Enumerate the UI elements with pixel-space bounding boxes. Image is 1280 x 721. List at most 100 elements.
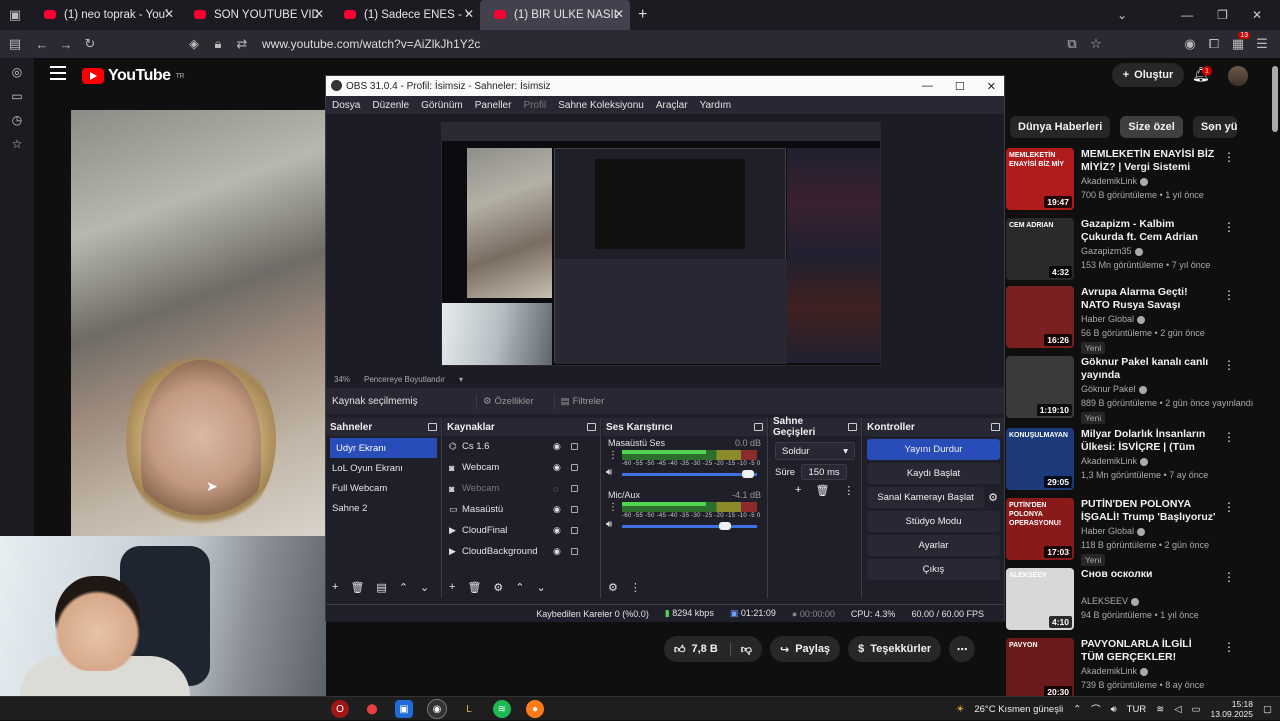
video-thumbnail[interactable]: 16:26 xyxy=(1006,286,1074,348)
eye-icon[interactable]: ◉ xyxy=(553,525,561,536)
league-icon[interactable]: L xyxy=(460,700,478,718)
kebab-menu-icon[interactable]: ⋮ xyxy=(1223,640,1235,654)
picture-in-picture-icon[interactable]: ⧉ xyxy=(1060,32,1084,56)
menu-docks[interactable]: Paneller xyxy=(475,100,512,111)
history-icon[interactable]: ◷ xyxy=(0,108,34,132)
undock-icon[interactable] xyxy=(754,423,763,431)
volume-fader[interactable] xyxy=(622,525,757,528)
trash-icon[interactable]: 🗑︎ xyxy=(350,581,364,594)
source-item[interactable]: ▶ CloudBackground ◉ xyxy=(443,541,600,562)
back-icon[interactable]: ← xyxy=(30,32,54,56)
more-actions-button[interactable]: ⋯ xyxy=(949,636,976,662)
undock-icon[interactable] xyxy=(428,423,437,431)
channel-name[interactable]: Göknur Pakel xyxy=(1081,384,1147,394)
tray-expand-icon[interactable]: ⌃ xyxy=(1073,704,1081,715)
settings-button[interactable]: Ayarlar xyxy=(867,535,1000,556)
network-icon[interactable]: ⌒ xyxy=(1091,702,1101,716)
kebab-menu-icon[interactable]: ⋮ xyxy=(1223,430,1235,444)
scene-item[interactable]: Full Webcam xyxy=(326,478,441,498)
exit-button[interactable]: Çıkış xyxy=(867,559,1000,580)
obs-close-icon[interactable]: ✕ xyxy=(987,80,996,93)
fader-knob[interactable] xyxy=(742,470,754,478)
video-thumbnail[interactable]: PAVYON 20:30 xyxy=(1006,638,1074,700)
app-window-icon[interactable]: ▣ xyxy=(395,700,413,718)
source-item[interactable]: ⌬ Cs 1.6 ◉ xyxy=(443,436,600,457)
account-icon[interactable]: ◉ xyxy=(1178,32,1202,56)
recommendation-item[interactable]: 16:26 Avrupa Alarma Geçti! NATO Rusya Sav… xyxy=(1006,286,1276,354)
properties-button[interactable]: ⚙ Özellikler xyxy=(476,393,540,409)
restore-icon[interactable]: ❐ xyxy=(1217,8,1228,22)
youtube-logo[interactable]: YouTube TR xyxy=(82,67,184,85)
undock-icon[interactable] xyxy=(848,423,857,431)
kebab-menu-icon[interactable]: ⋮ xyxy=(1223,358,1235,372)
gear-icon[interactable]: ⚙ xyxy=(608,581,618,594)
source-item[interactable]: ◙ Webcam ◉ xyxy=(443,457,600,478)
close-tab-icon[interactable]: ✕ xyxy=(164,7,174,21)
gear-icon[interactable]: ⚙ xyxy=(493,581,503,594)
share-button[interactable]: ↪ Paylaş xyxy=(769,636,841,662)
add-icon[interactable]: + xyxy=(332,581,338,593)
kebab-menu-icon[interactable]: ⋮ xyxy=(843,484,854,497)
studio-mode-button[interactable]: Stüdyo Modu xyxy=(867,511,1000,532)
eye-hidden-icon[interactable]: ◌ xyxy=(553,484,558,494)
obs-maximize-icon[interactable]: ☐ xyxy=(955,80,965,93)
wifi-icon[interactable]: ≋ xyxy=(1156,704,1164,715)
weather-text[interactable]: 26°C Kısmen güneşli xyxy=(974,704,1063,715)
video-thumbnail[interactable]: CEM ADRIAN 4:32 xyxy=(1006,218,1074,280)
hamburger-menu-icon[interactable] xyxy=(50,66,66,80)
close-tab-icon[interactable]: ✕ xyxy=(614,7,624,21)
eye-icon[interactable]: ◉ xyxy=(553,504,561,515)
kebab-menu-icon[interactable]: ⋮ xyxy=(1223,220,1235,234)
recommendation-item[interactable]: PUTİN'DEN POLONYA OPERASYONU! 17:03 PUTİN'… xyxy=(1006,498,1276,566)
recommendation-item[interactable]: ALEKSEEV 4:10 Снов осколки ALEKSEEV 94 B gör… xyxy=(1006,568,1276,634)
bookmark-star-icon[interactable]: ☆ xyxy=(1084,32,1108,56)
notifications-icon[interactable]: ▢ xyxy=(1263,704,1272,715)
sidebar-toggle-icon[interactable]: ▤ xyxy=(0,32,30,56)
browser-tab-4-active[interactable]: (1) BİR ÜLKE NASIL BATAR? | Ar... ✕ xyxy=(480,0,630,30)
browser-tab-2[interactable]: SON YOUTUBE VİDEOM - YouTube ✕ xyxy=(180,0,330,30)
menu-help[interactable]: Yardım xyxy=(700,100,732,111)
fit-to-window-dropdown[interactable]: Pencereye Boyutlandır xyxy=(364,375,445,384)
notification-extension-icon[interactable]: ▦ 13 xyxy=(1226,32,1250,56)
permissions-icon[interactable]: ⇄ xyxy=(230,32,254,56)
firefox-icon[interactable]: ● xyxy=(526,700,544,718)
stop-stream-button[interactable]: Yayını Durdur xyxy=(867,439,1000,460)
video-title[interactable]: Göknur Pakel kanalı canlı yayında xyxy=(1081,356,1216,382)
kebab-menu-icon[interactable]: ⋮ xyxy=(1223,570,1235,584)
chevron-right-icon[interactable]: › xyxy=(1210,120,1214,135)
video-thumbnail[interactable]: PUTİN'DEN POLONYA OPERASYONU! 17:03 xyxy=(1006,498,1074,560)
trash-icon[interactable]: 🗑︎ xyxy=(467,581,481,594)
menu-scene-collection[interactable]: Sahne Koleksiyonu xyxy=(558,100,644,111)
kebab-menu-icon[interactable]: ⋮ xyxy=(1223,150,1235,164)
language-indicator[interactable]: TUR xyxy=(1127,704,1147,715)
location-pin-icon[interactable]: ⬤ xyxy=(363,700,381,718)
lock-icon[interactable]: 🔒︎ xyxy=(206,32,230,56)
opera-icon[interactable]: O xyxy=(331,700,349,718)
video-thumbnail[interactable]: KONUŞULMAYAN 29:05 xyxy=(1006,428,1074,490)
eye-icon[interactable]: ◉ xyxy=(553,462,561,473)
chevron-down-icon[interactable]: ▾ xyxy=(459,375,463,384)
speaker-icon[interactable]: 🔊︎ xyxy=(606,519,612,530)
dislike-button[interactable]: 👎︎ xyxy=(729,642,752,656)
video-title[interactable]: PAVYONLARLA İLGİLİ TÜM GERÇEKLER! xyxy=(1081,638,1216,664)
lock-icon[interactable] xyxy=(571,485,578,492)
bookmarks-icon[interactable]: ☆ xyxy=(0,132,34,156)
add-icon[interactable]: + xyxy=(795,484,801,497)
chip-world-news[interactable]: Dünya Haberleri xyxy=(1010,116,1111,138)
scene-item[interactable]: LoL Oyun Ekranı xyxy=(326,458,441,478)
browser-tab-3[interactable]: (1) Sadece ENES - YouTube ✕ xyxy=(330,0,480,30)
channel-name[interactable]: Gazapizm35 xyxy=(1081,246,1143,256)
avatar[interactable] xyxy=(1228,66,1248,86)
menu-file[interactable]: Dosya xyxy=(332,100,360,111)
close-window-icon[interactable]: ✕ xyxy=(1252,8,1262,22)
create-button[interactable]: + Oluştur xyxy=(1112,63,1184,87)
tab-overflow-chevron-icon[interactable]: ⌄ xyxy=(1117,8,1127,22)
filters-button[interactable]: ▤ Filtreler xyxy=(553,393,611,409)
source-item[interactable]: ▶ CloudFinal ◉ xyxy=(443,520,600,541)
channel-name[interactable]: AkademikLink xyxy=(1081,456,1149,466)
new-tab-icon[interactable]: + xyxy=(630,6,647,24)
move-down-icon[interactable]: ⌄ xyxy=(420,581,429,594)
minimize-icon[interactable]: — xyxy=(1181,8,1193,22)
extensions-icon[interactable]: ⧠ xyxy=(1202,32,1226,56)
recommendation-item[interactable]: CEM ADRIAN 4:32 Gazapizm - Kalbim Çukurda … xyxy=(1006,218,1276,284)
